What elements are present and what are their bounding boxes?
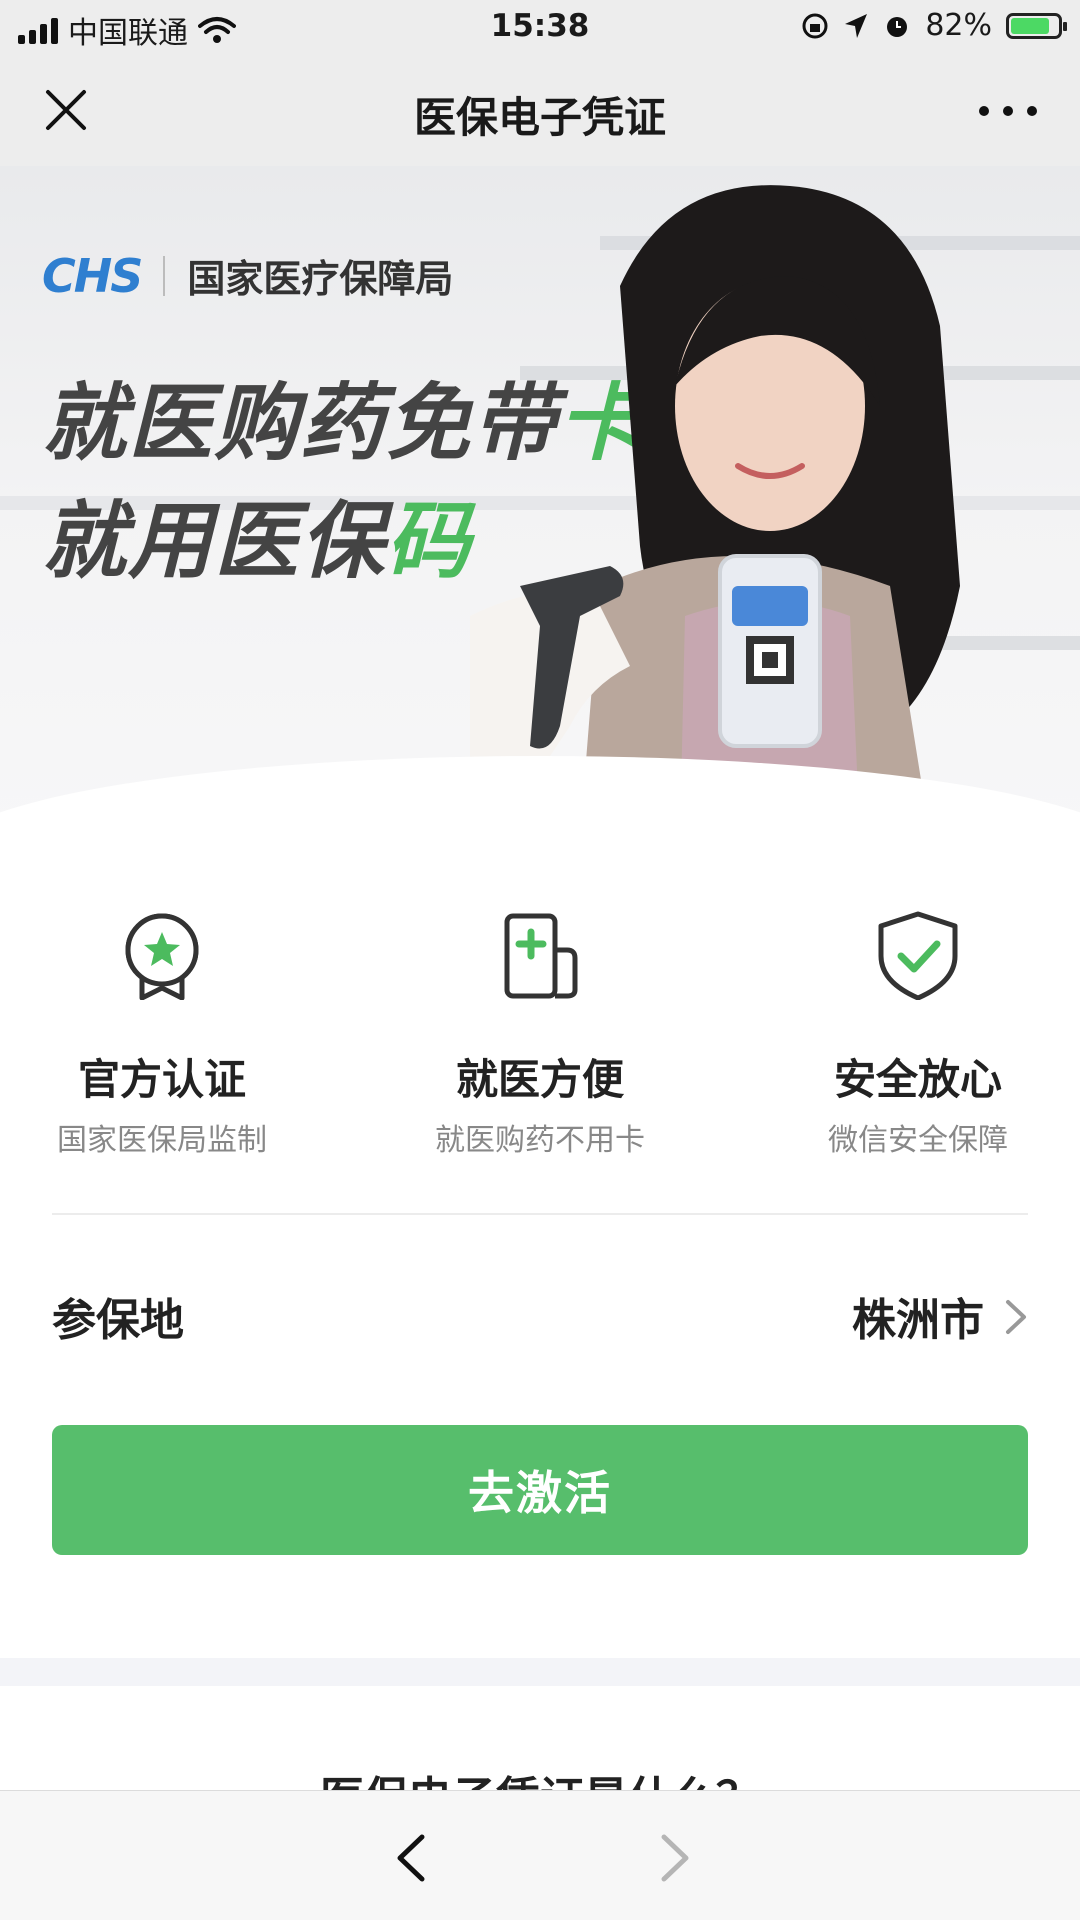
- promo-banner: CHS 国家医疗保障局 就医购药免带卡 就用医保码: [0, 166, 1080, 836]
- location-label: 参保地: [52, 1295, 184, 1346]
- section-gap: [0, 1658, 1080, 1686]
- feature-subtitle: 就医购药不用卡: [435, 1123, 645, 1158]
- slogan-line-2-text: 就用医保: [42, 492, 387, 590]
- feature-title: 就医方便: [455, 1055, 624, 1104]
- more-icon[interactable]: [976, 96, 1040, 126]
- back-arrow-icon[interactable]: [392, 1833, 432, 1883]
- feature-title: 安全放心: [833, 1055, 1002, 1104]
- battery-percent: 82%: [925, 8, 992, 43]
- feature-official: 官方认证 国家医保局监制: [12, 910, 312, 1159]
- nav-bar: 医保电子凭证: [0, 54, 1080, 166]
- location-arrow-icon: [845, 13, 868, 38]
- location-value: 株洲市: [852, 1295, 984, 1346]
- feature-subtitle: 微信安全保障: [828, 1123, 1008, 1158]
- medical-card-icon: [504, 913, 578, 999]
- chs-logo: CHS: [42, 248, 143, 303]
- bottom-toolbar: [0, 1790, 1080, 1920]
- woman-with-phone-illustration: [470, 185, 960, 836]
- status-bar: 中国联通 15:38 82%: [0, 0, 1080, 54]
- battery-icon: [1006, 12, 1067, 39]
- activate-button[interactable]: 去激活: [52, 1425, 1028, 1555]
- feature-title: 官方认证: [77, 1055, 246, 1104]
- shield-check-icon: [878, 911, 958, 1000]
- feature-subtitle: 国家医保局监制: [57, 1123, 267, 1158]
- feature-secure: 安全放心 微信安全保障: [768, 910, 1068, 1159]
- slogan-line-2: 就用医保码: [42, 474, 472, 595]
- chevron-right-icon: [1006, 1300, 1026, 1334]
- status-right: 82%: [801, 8, 1067, 43]
- feature-convenient: 就医方便 就医购药不用卡: [390, 910, 690, 1159]
- logo-separator: [163, 255, 166, 296]
- org-name: 国家医疗保障局: [187, 257, 454, 301]
- forward-arrow-icon[interactable]: [654, 1833, 694, 1883]
- divider: [52, 1213, 1028, 1215]
- rotation-lock-icon: [802, 13, 828, 38]
- insured-location-row[interactable]: 参保地 株洲市: [52, 1280, 1028, 1350]
- logo-row: CHS 国家医疗保障局: [42, 248, 453, 303]
- slogan-line-2-highlight: 码: [386, 492, 473, 590]
- award-badge-icon: [125, 913, 199, 1000]
- page-title: 医保电子凭证: [413, 93, 666, 142]
- alarm-icon: [887, 16, 908, 37]
